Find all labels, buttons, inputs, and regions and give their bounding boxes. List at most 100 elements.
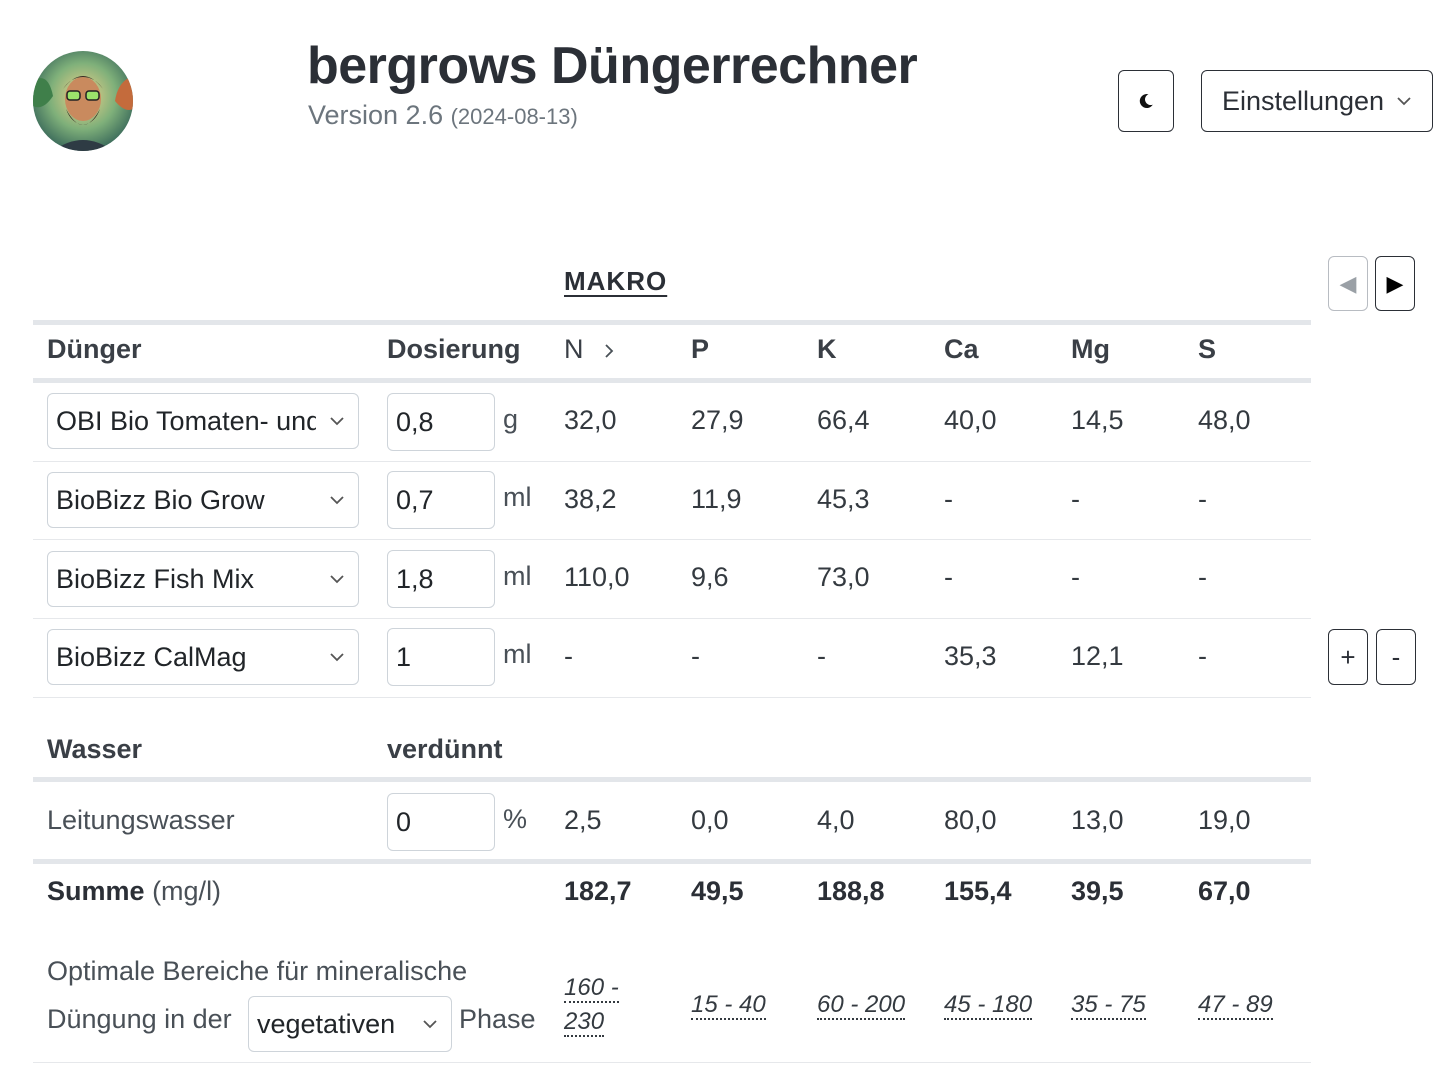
phase-selected: vegetativen (257, 1008, 396, 1039)
value-ca: 35,3 (944, 641, 997, 671)
dilution-input[interactable]: 0 (387, 793, 495, 851)
dose-unit: g (503, 404, 519, 434)
water-value-s: 19,0 (1198, 805, 1251, 835)
column-header-p: P (691, 334, 710, 364)
prev-section-button[interactable]: ◀ (1328, 256, 1368, 311)
sum-label: Summe (mg/l) (47, 876, 221, 907)
value-p: - (691, 641, 700, 671)
sum-divider (33, 859, 1311, 864)
dose-input-4[interactable]: 1 (387, 628, 495, 686)
value-s: - (1198, 641, 1207, 671)
column-header-ca: Ca (944, 334, 979, 364)
chevron-right-icon[interactable] (603, 342, 615, 360)
table-header-divider (33, 378, 1311, 383)
value-k: - (817, 641, 826, 671)
minus-icon: - (1391, 641, 1401, 672)
range-s[interactable]: 47 - 89 (1198, 992, 1273, 1020)
section-heading-makro[interactable]: MAKRO (564, 266, 667, 297)
fertilizer-select-2[interactable]: BioBizz Bio Grow (47, 472, 359, 528)
range-n-line2[interactable]: 230 (564, 1009, 605, 1037)
column-header-duenger: Dünger (47, 334, 142, 364)
dilution-unit: % (503, 804, 528, 834)
water-header-divider (33, 777, 1311, 782)
water-value-mg: 13,0 (1071, 805, 1124, 835)
value-s: - (1198, 562, 1207, 592)
dose-input-3[interactable]: 1,8 (387, 550, 495, 608)
dilution-header: verdünnt (387, 734, 503, 764)
chevron-down-icon (316, 495, 358, 505)
avatar (33, 51, 133, 151)
sum-value-k: 188,8 (817, 876, 885, 906)
dose-input-1[interactable]: 0,8 (387, 393, 495, 451)
sum-title: Summe (47, 876, 145, 906)
add-row-button[interactable]: + (1328, 629, 1368, 685)
column-header-k: K (817, 334, 837, 364)
phase-select[interactable]: vegetativen (248, 996, 452, 1052)
range-ca[interactable]: 45 - 180 (944, 992, 1033, 1020)
sum-value-ca: 155,4 (944, 876, 1012, 906)
settings-label: Einstellungen (1221, 85, 1385, 116)
value-s: 48,0 (1198, 405, 1251, 435)
version-info: Version 2.6 (2024-08-13) (308, 100, 578, 131)
sum-value-mg: 39,5 (1071, 876, 1124, 906)
fertilizer-select-3[interactable]: BioBizz Fish Mix (47, 551, 359, 607)
value-mg: 14,5 (1071, 405, 1124, 435)
chevron-down-icon (409, 1019, 451, 1029)
water-value-ca: 80,0 (944, 805, 997, 835)
range-p[interactable]: 15 - 40 (691, 992, 766, 1020)
fertilizer-name: BioBizz CalMag (56, 641, 247, 672)
sum-value-s: 67,0 (1198, 876, 1251, 906)
moon-icon (1139, 93, 1153, 108)
table-top-border (33, 320, 1311, 325)
optimal-ranges-label-line2: Düngung in der (47, 1004, 232, 1034)
fertilizer-select-4[interactable]: BioBizz CalMag (47, 629, 359, 685)
chevron-down-icon (1397, 97, 1411, 106)
value-ca: 40,0 (944, 405, 997, 435)
value-p: 9,6 (691, 562, 729, 592)
column-header-mg: Mg (1071, 334, 1110, 364)
value-s: - (1198, 484, 1207, 514)
dose-unit: ml (503, 561, 532, 591)
triangle-left-icon: ◀ (1339, 270, 1357, 296)
column-header-n: N (564, 334, 584, 364)
value-n: - (564, 641, 573, 671)
remove-row-button[interactable]: - (1376, 629, 1416, 685)
value-ca: - (944, 484, 953, 514)
water-header: Wasser (47, 734, 143, 764)
column-header-dosierung: Dosierung (387, 334, 521, 364)
value-ca: - (944, 562, 953, 592)
sum-value-p: 49,5 (691, 876, 744, 906)
value-mg: - (1071, 562, 1080, 592)
range-n-line1[interactable]: 160 - (564, 975, 619, 1003)
value-mg: 12,1 (1071, 641, 1124, 671)
value-mg: - (1071, 484, 1080, 514)
chevron-down-icon (316, 652, 358, 662)
column-header-s: S (1198, 334, 1217, 364)
water-name: Leitungswasser (47, 805, 235, 835)
fertilizer-name: BioBizz Bio Grow (56, 484, 265, 515)
value-n: 38,2 (564, 484, 617, 514)
dose-unit: ml (503, 482, 532, 512)
optimal-ranges-label-line1: Optimale Bereiche für mineralische (47, 956, 468, 986)
range-k[interactable]: 60 - 200 (817, 992, 906, 1020)
table-bottom-border (33, 1062, 1311, 1063)
settings-dropdown-button[interactable]: Einstellungen (1201, 70, 1433, 132)
value-k: 45,3 (817, 484, 870, 514)
chevron-down-icon (316, 574, 358, 584)
version-date: (2024-08-13) (450, 104, 578, 129)
value-n: 32,0 (564, 405, 617, 435)
range-mg[interactable]: 35 - 75 (1071, 992, 1146, 1020)
row-divider (33, 539, 1311, 540)
value-p: 27,9 (691, 405, 744, 435)
water-value-p: 0,0 (691, 805, 729, 835)
sum-value-n: 182,7 (564, 876, 632, 906)
theme-toggle-button[interactable] (1118, 70, 1174, 132)
row-divider (33, 618, 1311, 619)
version-label: Version 2.6 (308, 100, 444, 130)
chevron-down-icon (316, 416, 358, 426)
phase-suffix: Phase (459, 1004, 536, 1034)
triangle-right-icon: ▶ (1386, 270, 1404, 296)
dose-input-2[interactable]: 0,7 (387, 471, 495, 529)
fertilizer-select-1[interactable]: OBI Bio Tomaten- und (47, 393, 359, 449)
next-section-button[interactable]: ▶ (1375, 256, 1415, 311)
